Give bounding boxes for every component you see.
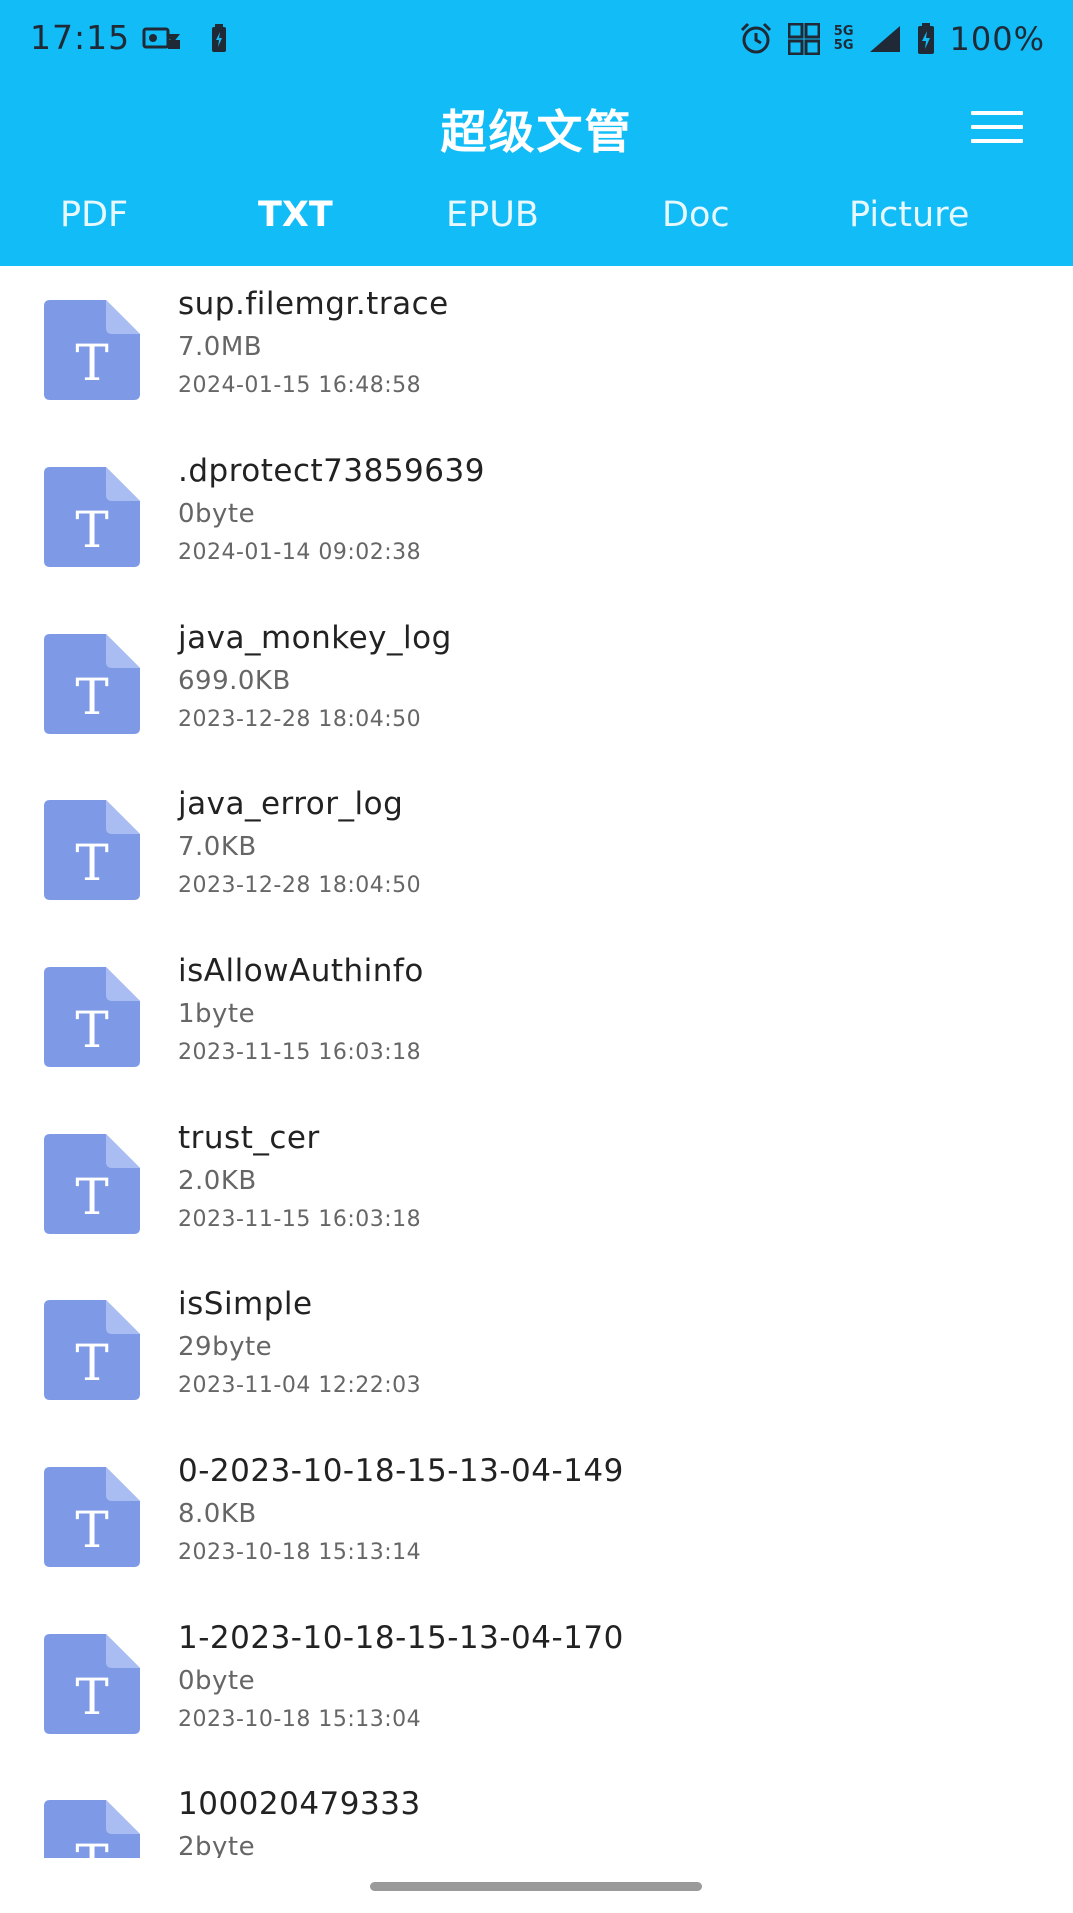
file-icon-letter: T	[75, 834, 108, 892]
status-left-icons	[142, 24, 228, 54]
file-name: 0-2023-10-18-15-13-04-149	[178, 1453, 624, 1489]
file-size: 29byte	[178, 1332, 273, 1362]
signal-icon	[868, 24, 902, 54]
file-row[interactable]: T isSimple 29byte 2023-11-04 12:22:03	[0, 1266, 1073, 1432]
status-right: 5G 5G 100%	[738, 20, 1045, 58]
file-size: 2byte	[178, 1832, 256, 1858]
tab-doc[interactable]: Doc	[662, 195, 730, 235]
file-name: trust_cer	[178, 1120, 320, 1156]
tab-epub[interactable]: EPUB	[446, 195, 539, 235]
file-row[interactable]: T .dprotect73859639 0byte 2024-01-14 09:…	[0, 433, 1073, 599]
txt-file-icon: T	[44, 634, 140, 734]
file-date: 2024-01-14 09:02:38	[178, 540, 422, 565]
file-name: 100020479333	[178, 1786, 421, 1822]
file-name: isAllowAuthinfo	[178, 953, 424, 989]
file-row[interactable]: T java_monkey_log 699.0KB 2023-12-28 18:…	[0, 600, 1073, 766]
file-icon-letter: T	[75, 1168, 108, 1226]
file-date: 2023-10-18 15:13:04	[178, 1707, 422, 1732]
battery-percentage: 100%	[949, 20, 1045, 58]
file-row[interactable]: T 100020479333 2byte	[0, 1766, 1073, 1858]
file-date: 2023-11-15 16:03:18	[178, 1207, 422, 1232]
message-icon	[142, 26, 182, 52]
file-date: 2023-11-04 12:22:03	[178, 1373, 422, 1398]
file-date: 2023-10-18 15:13:14	[178, 1540, 422, 1565]
network-label-bottom: 5G	[833, 38, 854, 53]
file-row[interactable]: T java_error_log 7.0KB 2023-12-28 18:04:…	[0, 766, 1073, 932]
network-label-top: 5G	[833, 24, 854, 39]
file-size: 2.0KB	[178, 1166, 257, 1196]
file-size: 7.0MB	[178, 332, 263, 362]
file-size: 8.0KB	[178, 1499, 257, 1529]
file-icon-letter: T	[75, 1501, 108, 1559]
file-name: java_error_log	[178, 786, 404, 822]
status-bar: 17:15 5G 5G 100%	[0, 0, 1073, 80]
file-size: 0byte	[178, 499, 256, 529]
app-title: 超级文管	[440, 105, 633, 159]
file-row[interactable]: T trust_cer 2.0KB 2023-11-15 16:03:18	[0, 1100, 1073, 1266]
file-icon-letter: T	[75, 1334, 108, 1392]
tab-picture[interactable]: Picture	[849, 195, 969, 235]
file-icon-letter: T	[75, 501, 108, 559]
file-size: 7.0KB	[178, 832, 257, 862]
screen: 17:15 5G 5G 100% 超级文管 PDF TXT EPUB Doc P…	[0, 0, 1073, 1913]
file-size: 699.0KB	[178, 666, 291, 696]
alarm-icon	[738, 21, 774, 57]
file-size: 1byte	[178, 999, 256, 1029]
file-icon-letter: T	[75, 1834, 108, 1858]
txt-file-icon: T	[44, 1300, 140, 1400]
hamburger-menu-icon[interactable]	[971, 110, 1023, 144]
file-name: 1-2023-10-18-15-13-04-170	[178, 1620, 624, 1656]
tab-txt[interactable]: TXT	[258, 195, 333, 235]
file-date: 2023-12-28 18:04:50	[178, 707, 422, 732]
tab-pdf[interactable]: PDF	[60, 195, 128, 235]
file-name: sup.filemgr.trace	[178, 286, 449, 322]
file-icon-letter: T	[75, 1668, 108, 1726]
txt-file-icon: T	[44, 300, 140, 400]
file-row[interactable]: T sup.filemgr.trace 7.0MB 2024-01-15 16:…	[0, 266, 1073, 432]
file-row[interactable]: T 1-2023-10-18-15-13-04-170 0byte 2023-1…	[0, 1600, 1073, 1766]
file-row[interactable]: T 0-2023-10-18-15-13-04-149 8.0KB 2023-1…	[0, 1433, 1073, 1599]
battery-saver-icon	[210, 24, 228, 54]
file-name: .dprotect73859639	[178, 453, 485, 489]
txt-file-icon: T	[44, 1634, 140, 1734]
txt-file-icon: T	[44, 800, 140, 900]
file-icon-letter: T	[75, 1001, 108, 1059]
app-header: 17:15 5G 5G 100% 超级文管 PDF TXT EPUB Doc P…	[0, 0, 1073, 266]
txt-file-icon: T	[44, 1467, 140, 1567]
title-bar: 超级文管	[0, 90, 1073, 160]
file-name: isSimple	[178, 1286, 313, 1322]
file-date: 2023-11-15 16:03:18	[178, 1040, 422, 1065]
file-list: T sup.filemgr.trace 7.0MB 2024-01-15 16:…	[0, 266, 1073, 1858]
file-icon-letter: T	[75, 334, 108, 392]
status-time: 17:15	[30, 18, 131, 57]
file-date: 2023-12-28 18:04:50	[178, 873, 422, 898]
txt-file-icon: T	[44, 1800, 140, 1858]
file-row[interactable]: T isAllowAuthinfo 1byte 2023-11-15 16:03…	[0, 933, 1073, 1099]
file-name: java_monkey_log	[178, 620, 452, 656]
file-size: 0byte	[178, 1666, 256, 1696]
file-icon-letter: T	[75, 668, 108, 726]
txt-file-icon: T	[44, 1134, 140, 1234]
home-indicator[interactable]	[370, 1882, 702, 1891]
txt-file-icon: T	[44, 467, 140, 567]
txt-file-icon: T	[44, 967, 140, 1067]
network-type: 5G 5G	[834, 25, 854, 53]
battery-icon	[916, 23, 936, 55]
hd-icon	[787, 23, 820, 55]
tab-bar: PDF TXT EPUB Doc Picture	[0, 195, 1073, 251]
file-date: 2024-01-15 16:48:58	[178, 373, 422, 398]
